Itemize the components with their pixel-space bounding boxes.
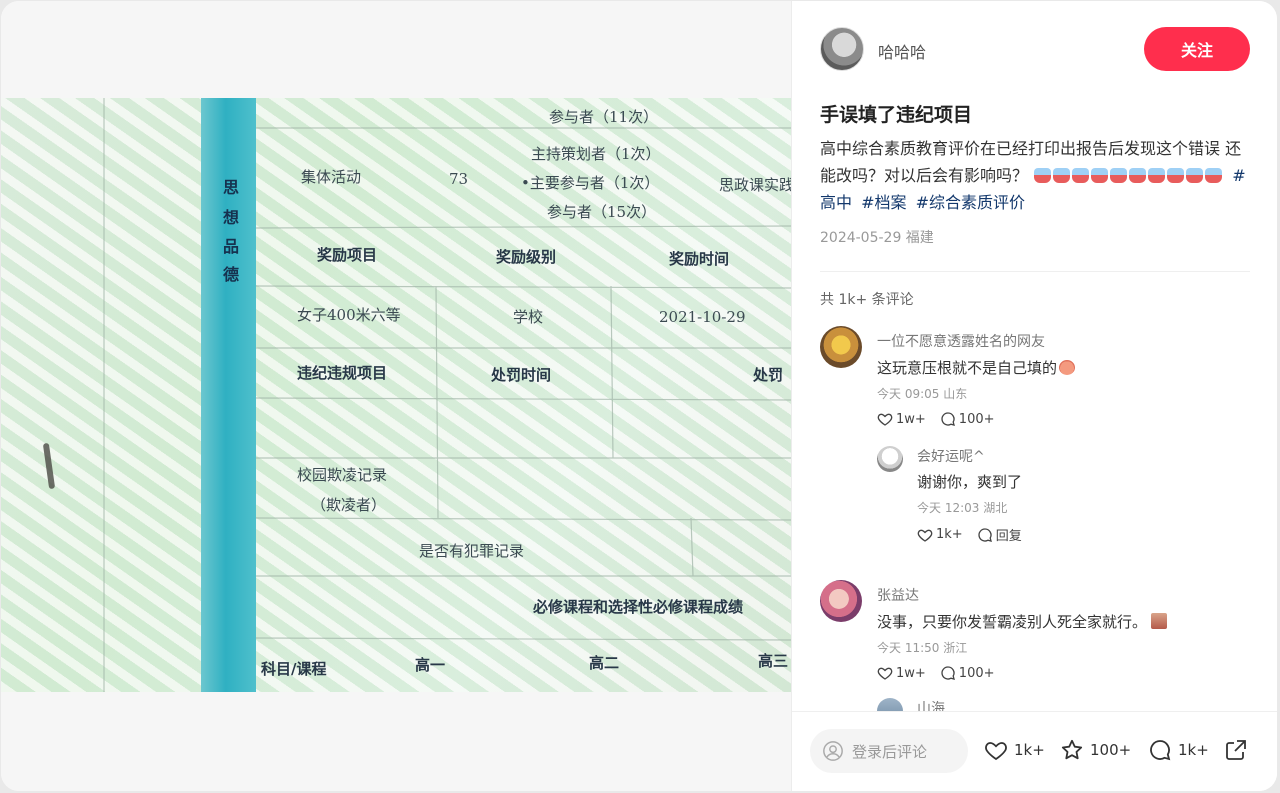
heart-icon [877, 667, 893, 680]
photo-text-activity: 集体活动 [301, 168, 362, 186]
photo-text-subject: 科目/课程 [261, 660, 327, 678]
photo-text-role1: 主持策划者（1次） [531, 145, 661, 163]
comment-bubble-icon [978, 527, 992, 542]
reply-like-button[interactable]: 1k+ [917, 525, 963, 544]
like-button[interactable]: 1k+ [984, 738, 1045, 762]
comment-text: 没事，只要你发誓霸凌别人死全家就行。 [877, 611, 1168, 632]
photo-text-grades-title: 必修课程和选择性必修课程成绩 [533, 598, 744, 616]
photo-text-bully-1: 校园欺凌记录 [297, 466, 388, 484]
comment-input[interactable]: 登录后评论 [810, 729, 968, 773]
photo-text-bully-2: （欺凌者） [311, 496, 387, 514]
emoji-icon [1059, 360, 1076, 375]
post-description: 高中综合素质教育评价在已经打印出报告后发现这个错误 还能改吗？对以后会有影响吗？… [820, 135, 1252, 216]
reply-reply-label: 回复 [995, 529, 1022, 544]
emoji-row [1033, 166, 1223, 185]
comment-meta: 今天 11:50 浙江 [877, 641, 968, 655]
photo-text-violation-item: 违纪违规项目 [297, 364, 388, 382]
comment-bubble-icon [941, 666, 955, 680]
comment-bubble-icon [1150, 740, 1171, 761]
comment-reply-count: 100+ [958, 665, 995, 681]
vertical-char-3: 品 [222, 237, 239, 256]
comment-button[interactable]: 1k+ [1148, 738, 1209, 762]
heart-icon [985, 742, 1007, 761]
photo-text-award-time: 奖励时间 [669, 250, 730, 268]
photo-text-line1: 参与者（11次） [549, 108, 659, 126]
comment-reply-button[interactable]: 100+ [940, 665, 995, 681]
commenter-avatar[interactable] [820, 580, 862, 622]
photo-text-crime: 是否有犯罪记录 [419, 542, 525, 560]
heart-icon [877, 413, 893, 426]
share-icon [1226, 740, 1246, 760]
collect-button[interactable]: 100+ [1060, 738, 1131, 762]
divider [820, 271, 1250, 272]
comment-meta: 今天 09:05 山东 [877, 387, 968, 401]
note-card: 思 想 品 德 参与者（11次） 集体活动 73 主持策划者（1次） •主要参与… [1, 1, 1277, 791]
photo-text-g1: 高一 [415, 656, 446, 674]
photo-text-penalty-time: 处罚时间 [491, 366, 552, 384]
heart-icon [917, 529, 933, 542]
replier-avatar[interactable] [877, 698, 903, 711]
comment-count: 共 1k+ 条评论 [820, 292, 914, 308]
comment-like-button[interactable]: 1w+ [877, 665, 926, 681]
commenter-avatar[interactable] [820, 326, 862, 368]
photo-text-award-item: 奖励项目 [317, 246, 378, 264]
commenter-name[interactable]: 一位不愿意透露姓名的网友 [877, 331, 1045, 351]
photo-blue-column: 思 想 品 德 [201, 98, 256, 692]
photo-text-award-date: 2021-10-29 [659, 308, 746, 326]
commenter-name[interactable]: 张益达 [877, 585, 919, 605]
comment-actions: 1w+ 100+ [877, 411, 995, 427]
comment-like-count: 1w+ [896, 665, 926, 681]
vertical-char-2: 想 [222, 208, 239, 227]
interaction-bar: 登录后评论 1k+ 100+ 1k+ [792, 711, 1277, 791]
post-title: 手误填了违纪项目 [820, 104, 973, 126]
reply-meta: 今天 12:03 湖北 [917, 501, 1008, 515]
tag-link-zonghe[interactable]: #综合素质评价 [916, 193, 1025, 212]
author-header: 哈哈哈 关注 [820, 27, 1250, 71]
comment-list[interactable]: 一位不愿意透露姓名的网友 这玩意压根就不是自己填的 今天 09:05 山东 1w… [820, 326, 1260, 711]
comment-input-placeholder: 登录后评论 [852, 742, 928, 761]
author-avatar[interactable] [820, 27, 864, 71]
tag-link-dangan[interactable]: #档案 [861, 193, 906, 212]
post-photo[interactable]: 思 想 品 德 参与者（11次） 集体活动 73 主持策划者（1次） •主要参与… [1, 98, 791, 692]
star-icon [1061, 739, 1083, 760]
photo-text-award-level: 奖励级别 [496, 248, 557, 266]
reply-actions: 1k+ 回复 [917, 525, 1022, 544]
share-button[interactable] [1224, 738, 1248, 762]
replier-avatar[interactable] [877, 446, 903, 472]
replier-name[interactable]: 会好运呢^ [917, 446, 985, 466]
author-name[interactable]: 哈哈哈 [878, 39, 926, 63]
comment-like-count: 1w+ [896, 411, 926, 427]
comment-actions: 1w+ 100+ [877, 665, 995, 681]
photo-text-penalty-trunc: 处罚 [753, 366, 784, 384]
sticker-icon [1151, 613, 1168, 629]
collect-count: 100+ [1090, 741, 1132, 759]
vertical-char-4: 德 [222, 265, 239, 284]
user-icon [823, 741, 843, 761]
reply-reply-button[interactable]: 回复 [977, 525, 1022, 544]
photo-text-score: 73 [449, 170, 469, 188]
comment-bubble-icon [941, 412, 955, 426]
replier-name[interactable]: 山海 [917, 698, 945, 711]
photo-text-course: 思政课实践 [719, 176, 791, 194]
vertical-char-1: 思 [222, 178, 239, 197]
comment-text: 这玩意压根就不是自己填的 [877, 357, 1076, 378]
media-viewer: 思 想 品 德 参与者（11次） 集体活动 73 主持策划者（1次） •主要参与… [1, 1, 791, 791]
follow-button[interactable]: 关注 [1144, 27, 1250, 71]
post-date-location: 2024-05-29 福建 [820, 230, 934, 246]
photo-text-role3: 参与者（15次） [547, 203, 657, 221]
reply-text: 谢谢你，爽到了 [917, 473, 1023, 491]
photo-text-g2: 高二 [589, 654, 620, 672]
photo-text-award-value: 女子400米六等 [297, 306, 401, 324]
photo-text-g3: 高三 [758, 652, 789, 670]
like-count: 1k+ [1014, 741, 1045, 759]
comment-reply-count: 100+ [958, 411, 995, 427]
comment-like-button[interactable]: 1w+ [877, 411, 926, 427]
photo-text-award-level-value: 学校 [513, 308, 544, 326]
comment-count-bar: 1k+ [1178, 741, 1209, 759]
photo-text-role2: •主要参与者（1次） [521, 174, 660, 192]
comment-reply-button[interactable]: 100+ [940, 411, 995, 427]
reply-like-count: 1k+ [936, 527, 963, 542]
note-detail-panel: 哈哈哈 关注 手误填了违纪项目 高中综合素质教育评价在已经打印出报告后发现这个错… [791, 1, 1277, 791]
